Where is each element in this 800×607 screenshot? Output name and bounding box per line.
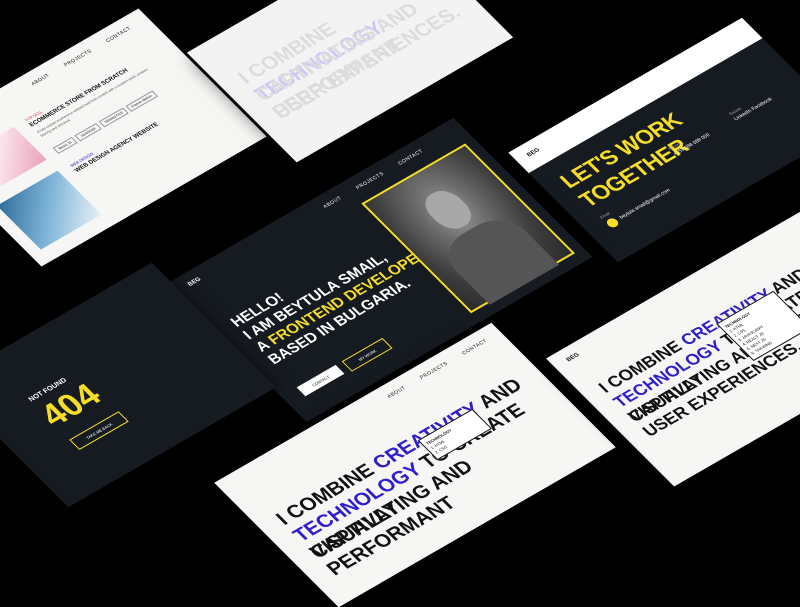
tag: Framer Motion bbox=[125, 90, 159, 112]
tag: Tailwind CSS bbox=[98, 107, 129, 128]
project-2-image bbox=[0, 170, 102, 250]
nav-contact[interactable]: CONTACT bbox=[461, 338, 489, 356]
nav-about[interactable]: ABOUT bbox=[386, 385, 407, 399]
nav-contact[interactable]: CONTACT bbox=[105, 26, 133, 44]
email-icon bbox=[604, 216, 621, 229]
tag: JavaScript bbox=[74, 123, 102, 142]
my-work-button[interactable]: MY WORK bbox=[341, 337, 393, 372]
contact-button[interactable]: CONTACT bbox=[296, 364, 345, 397]
nav-about[interactable]: ABOUT bbox=[322, 195, 343, 209]
hero-logo: BEG bbox=[187, 276, 203, 288]
nav-projects[interactable]: PROJECTS bbox=[355, 171, 386, 191]
tag: React JS bbox=[52, 136, 78, 154]
portrait-head bbox=[417, 185, 480, 235]
nav-projects[interactable]: PROJECTS bbox=[419, 361, 450, 381]
about-right-logo: BEG bbox=[565, 352, 582, 364]
nav-contact[interactable]: CONTACT bbox=[397, 148, 425, 166]
nav-about[interactable]: ABOUT bbox=[30, 73, 51, 87]
nav-projects[interactable]: PROJECTS bbox=[63, 48, 94, 68]
